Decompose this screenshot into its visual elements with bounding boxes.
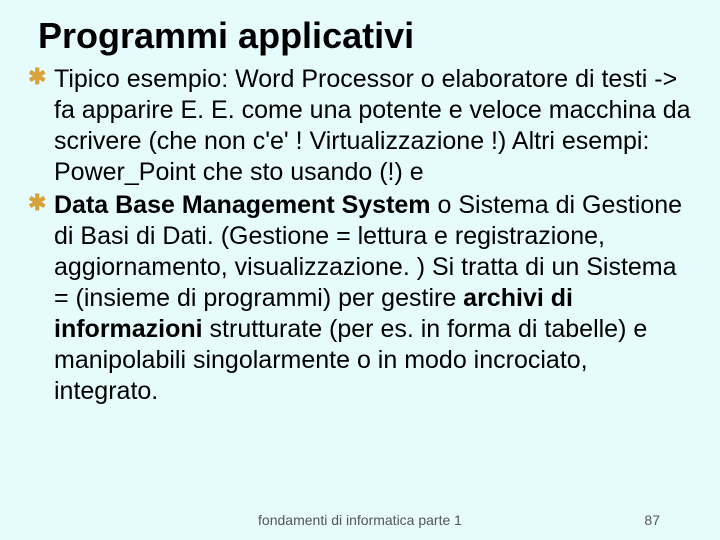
bold-run: Data Base Management System [54, 191, 431, 219]
bullet-text: Data Base Management System o Sistema di… [54, 191, 682, 405]
bullet-item: ✱ Tipico esempio: Word Processor o elabo… [28, 64, 694, 188]
slide-title: Programmi applicativi [38, 16, 698, 56]
slide-body: ✱ Tipico esempio: Word Processor o elabo… [22, 64, 698, 407]
bullet-icon: ✱ [28, 68, 46, 86]
footer-center-text: fondamenti di informatica parte 1 [0, 512, 720, 528]
bullet-icon: ✱ [28, 194, 46, 212]
footer-page-number: 87 [644, 512, 660, 528]
bullet-lead: Tipico esempio: [54, 65, 228, 93]
bullet-text: Tipico esempio: Word Processor o elabora… [54, 65, 691, 186]
bullet-item: ✱ Data Base Management System o Sistema … [28, 190, 694, 407]
slide: Programmi applicativi ✱ Tipico esempio: … [0, 0, 720, 540]
